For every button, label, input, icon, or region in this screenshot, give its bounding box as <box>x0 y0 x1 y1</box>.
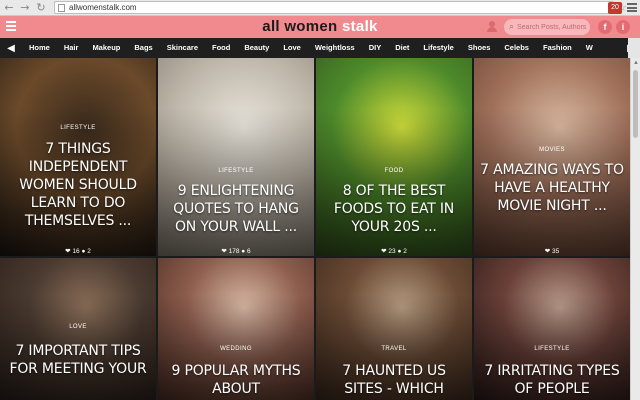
like-count: 35 <box>552 248 560 255</box>
article-category: Lifestyle <box>534 346 570 352</box>
back-icon[interactable]: ← <box>2 1 16 15</box>
reload-icon[interactable]: ↻ <box>34 1 48 15</box>
article-category: Travel <box>381 346 407 352</box>
article-category: Love <box>69 324 87 330</box>
nav-item-hair[interactable]: Hair <box>57 38 86 58</box>
article-tile[interactable]: Lifestyle 9 Enlightening Quotes to Hang … <box>158 58 314 256</box>
article-category: Food <box>384 168 404 174</box>
info-icon[interactable]: i <box>616 20 630 34</box>
extension-badge[interactable]: 20 <box>608 2 622 14</box>
nav-item-love[interactable]: Love <box>276 38 308 58</box>
article-title[interactable]: 7 Amazing Ways to Have a Healthy Movie N… <box>480 161 624 215</box>
nav-item-more[interactable]: W <box>579 38 600 58</box>
nav-item-shoes[interactable]: Shoes <box>461 38 498 58</box>
category-nav: ◀ Home Hair Makeup Bags Skincare Food Be… <box>0 38 640 58</box>
article-tile[interactable]: Wedding 9 Popular Myths About <box>158 258 314 400</box>
article-stats: ❤ 16 ● 2 <box>65 248 91 255</box>
article-title[interactable]: 7 Things Independent Women Should Learn … <box>6 140 150 230</box>
article-category: Wedding <box>220 346 252 352</box>
site-header: all women stalk ⌕ f i <box>0 16 640 38</box>
nav-item-celebs[interactable]: Celebs <box>497 38 536 58</box>
nav-item-skincare[interactable]: Skincare <box>160 38 205 58</box>
nav-scroll-track <box>628 38 640 58</box>
scrollbar-thumb[interactable] <box>633 70 638 138</box>
article-category: Lifestyle <box>60 125 96 131</box>
search-icon: ⌕ <box>509 22 515 32</box>
nav-item-diy[interactable]: DIY <box>362 38 389 58</box>
nav-item-fashion[interactable]: Fashion <box>536 38 579 58</box>
nav-item-diet[interactable]: Diet <box>388 38 416 58</box>
logo-text: all women <box>262 18 342 35</box>
page-scrollbar[interactable]: ▲ <box>630 58 640 400</box>
scroll-up-icon[interactable]: ▲ <box>631 58 640 68</box>
browser-menu-icon[interactable] <box>627 3 637 12</box>
article-stats: ❤ 35 <box>544 248 560 255</box>
article-stats: ❤ 178 ● 6 <box>221 248 251 255</box>
nav-prev-arrow-icon[interactable]: ◀ <box>0 38 22 58</box>
article-category: Lifestyle <box>218 168 254 174</box>
like-count: 178 <box>228 248 240 255</box>
category-list: Home Hair Makeup Bags Skincare Food Beau… <box>22 38 622 58</box>
article-tile[interactable]: Lifestyle 7 Irritating Types of People <box>474 258 630 400</box>
address-bar-url: allwomenstalk.com <box>69 3 137 12</box>
search-input[interactable] <box>517 23 588 31</box>
article-tile[interactable]: Lifestyle 7 Things Independent Women Sho… <box>0 58 156 256</box>
logo-accent-text: stalk <box>341 18 378 35</box>
article-tile[interactable]: Food 8 of the Best Foods to Eat in Your … <box>316 58 472 256</box>
article-title[interactable]: 9 Popular Myths About <box>164 362 308 398</box>
comment-count: 2 <box>87 248 91 255</box>
article-title[interactable]: 7 Irritating Types of People <box>480 362 624 398</box>
browser-toolbar: ← → ↻ allwomenstalk.com ☆ 20 <box>0 0 640 16</box>
nav-item-lifestyle[interactable]: Lifestyle <box>416 38 460 58</box>
article-title[interactable]: 8 of the Best Foods to Eat in Your 20s .… <box>322 182 466 236</box>
like-count: 16 <box>72 248 80 255</box>
article-category: Movies <box>539 147 565 153</box>
article-tile[interactable]: Movies 7 Amazing Ways to Have a Healthy … <box>474 58 630 256</box>
search-box: ⌕ <box>504 19 590 35</box>
like-count: 23 <box>388 248 396 255</box>
article-tile[interactable]: Travel 7 Haunted US Sites - Which <box>316 258 472 400</box>
article-tile[interactable]: Love 7 Important Tips for Meeting Your <box>0 258 156 400</box>
page-icon <box>58 3 65 12</box>
nav-item-beauty[interactable]: Beauty <box>237 38 276 58</box>
comment-count: 2 <box>403 248 407 255</box>
article-stats: ❤ 23 ● 2 <box>381 248 407 255</box>
facebook-icon[interactable]: f <box>598 20 612 34</box>
forward-icon[interactable]: → <box>18 1 32 15</box>
nav-item-home[interactable]: Home <box>22 38 57 58</box>
article-title[interactable]: 7 Important Tips for Meeting Your <box>6 342 150 378</box>
user-icon[interactable] <box>486 21 498 33</box>
nav-item-bags[interactable]: Bags <box>127 38 159 58</box>
article-title[interactable]: 9 Enlightening Quotes to Hang on Your Wa… <box>164 182 308 236</box>
article-grid: Lifestyle 7 Things Independent Women Sho… <box>0 58 630 400</box>
nav-item-makeup[interactable]: Makeup <box>85 38 127 58</box>
comment-count: 6 <box>247 248 251 255</box>
nav-item-weightloss[interactable]: Weightloss <box>308 38 362 58</box>
nav-item-food[interactable]: Food <box>205 38 237 58</box>
address-bar[interactable]: allwomenstalk.com <box>54 1 614 14</box>
article-title[interactable]: 7 Haunted US Sites - Which <box>322 362 466 398</box>
